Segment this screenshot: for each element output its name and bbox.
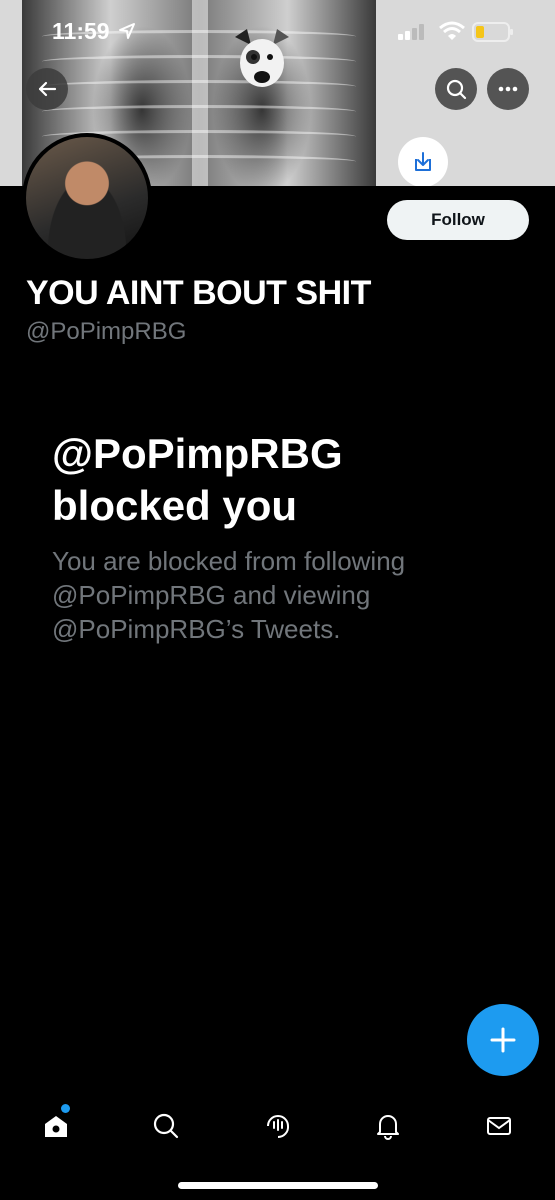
explore-icon — [153, 1113, 179, 1139]
back-arrow-icon — [38, 81, 57, 97]
tab-messages[interactable] — [469, 1096, 529, 1156]
notifications-icon — [377, 1115, 399, 1140]
spaces-icon — [267, 1115, 290, 1139]
save-banner-button[interactable] — [398, 137, 448, 186]
home-indicator — [178, 1182, 378, 1189]
status-time: 11:59 — [52, 18, 110, 44]
messages-icon — [487, 1117, 511, 1135]
avatar[interactable] — [22, 133, 152, 263]
back-button[interactable] — [26, 68, 68, 110]
download-icon — [415, 152, 431, 171]
compose-tweet-button[interactable] — [467, 1004, 539, 1076]
tab-notifications[interactable] — [358, 1096, 418, 1156]
blocked-title-line2: blocked you — [52, 482, 298, 529]
status-bar: 11:59 — [0, 14, 555, 50]
compose-icon — [490, 1027, 516, 1053]
tab-home[interactable] — [26, 1096, 86, 1156]
cellular-signal-icon — [398, 24, 424, 40]
blocked-message-description: You are blocked from following @PoPimpRB… — [52, 546, 406, 644]
tab-explore[interactable] — [136, 1096, 196, 1156]
more-button[interactable] — [487, 68, 529, 110]
search-button[interactable] — [435, 68, 477, 110]
wifi-icon — [439, 21, 465, 40]
notification-dot — [61, 1104, 70, 1113]
home-icon — [45, 1116, 67, 1137]
search-icon — [446, 79, 467, 100]
profile-handle: @PoPimpRBG — [26, 318, 187, 345]
tab-spaces[interactable] — [248, 1096, 308, 1156]
location-arrow-icon — [119, 23, 135, 39]
blocked-message-title: @PoPimpRBG blocked you — [52, 428, 472, 532]
bottom-tab-bar — [0, 1096, 555, 1156]
battery-icon — [472, 22, 513, 42]
more-icon — [498, 86, 518, 92]
blocked-title-line1: @PoPimpRBG — [52, 430, 343, 477]
follow-button[interactable]: Follow — [387, 200, 529, 240]
profile-display-name: YOU AINT BOUT SHIT — [26, 274, 371, 312]
